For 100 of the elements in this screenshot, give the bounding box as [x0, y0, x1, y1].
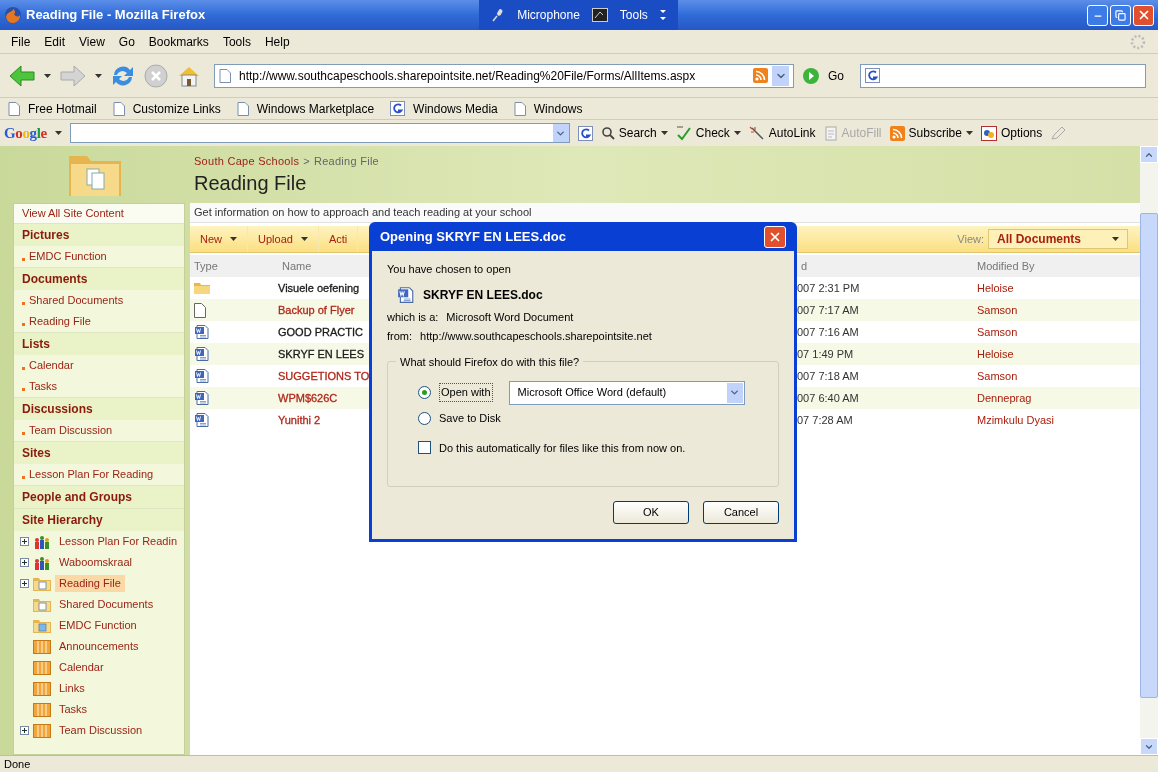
column-header[interactable]: Modified By — [973, 257, 1140, 275]
tree-item[interactable]: Waboomskraal — [55, 554, 136, 571]
column-header[interactable]: d — [797, 257, 973, 275]
google-logo[interactable]: Google — [4, 121, 47, 145]
bookmark-link[interactable]: Windows Marketplace — [236, 99, 375, 118]
dialog-close-button[interactable] — [764, 225, 786, 248]
toolbar-button[interactable]: Check — [675, 124, 741, 142]
back-arrow-icon[interactable] — [8, 63, 36, 88]
file-name-link[interactable]: WPM$626C — [278, 389, 338, 407]
user-link[interactable]: Denneprag — [973, 389, 1140, 407]
bookmark-link[interactable]: Windows Media — [390, 99, 498, 118]
menu-item[interactable]: Tools — [215, 32, 258, 51]
user-link[interactable]: Mzimkulu Dyasi — [973, 411, 1140, 429]
word-document-icon — [194, 368, 210, 384]
tree-item[interactable]: Links — [55, 680, 89, 697]
minimize-button[interactable] — [1087, 4, 1108, 26]
tree-item[interactable]: EMDC Function — [55, 617, 141, 634]
search-history-dropdown-icon[interactable] — [552, 124, 569, 142]
quick-launch-link[interactable]: Tasks — [29, 378, 58, 395]
language-bar-label: Tools — [619, 7, 648, 24]
section-heading[interactable]: Lists — [22, 335, 50, 353]
quick-launch-link[interactable]: Calendar — [29, 357, 74, 374]
tree-item[interactable]: Shared Documents — [55, 596, 158, 613]
toolbar-button[interactable]: Subscribe — [889, 124, 973, 142]
g-logo-icon — [390, 101, 406, 116]
radio-button[interactable] — [418, 386, 431, 399]
expand-plus-icon[interactable] — [19, 558, 29, 567]
dialog-button[interactable]: Cancel — [703, 500, 779, 524]
go-icon[interactable] — [802, 66, 820, 85]
section-heading[interactable]: Sites — [22, 444, 51, 462]
expand-plus-icon[interactable] — [19, 726, 29, 735]
restore-button[interactable] — [1110, 4, 1131, 26]
expand-plus-icon[interactable] — [19, 537, 29, 546]
user-link[interactable]: Samson — [973, 323, 1140, 341]
checkbox[interactable] — [418, 441, 431, 455]
status-text: Done — [4, 756, 31, 772]
menu-item[interactable]: File — [4, 32, 38, 51]
column-header[interactable]: Name — [278, 257, 368, 275]
quick-launch-link[interactable]: Shared Documents — [29, 292, 124, 309]
bullet-icon — [22, 388, 25, 391]
go-button[interactable]: Go — [828, 66, 844, 85]
file-name-link[interactable]: GOOD PRACTIC — [278, 323, 363, 341]
file-name-link[interactable]: Yunithi 2 — [278, 411, 321, 429]
quick-launch-link[interactable]: Reading File — [29, 313, 91, 330]
column-header[interactable]: Type — [190, 257, 278, 275]
user-link[interactable]: Samson — [973, 301, 1140, 319]
bookmark-link[interactable]: Free Hotmail — [8, 99, 97, 118]
user-link[interactable]: Samson — [973, 367, 1140, 385]
expand-plus-icon[interactable] — [19, 579, 29, 588]
bullet-icon — [22, 302, 25, 305]
bookmark-link[interactable]: Customize Links — [112, 99, 221, 118]
list-toolbar-button[interactable]: Upload — [248, 226, 319, 252]
tree-item[interactable]: Calendar — [55, 659, 108, 676]
menu-item[interactable]: Help — [257, 32, 297, 51]
close-button[interactable] — [1133, 4, 1154, 26]
scrollbar[interactable] — [1140, 146, 1158, 755]
menu-item[interactable]: Go — [111, 32, 142, 51]
toolbar-button[interactable]: Search — [600, 124, 668, 142]
caret-icon — [1112, 237, 1119, 241]
user-link[interactable]: Heloise — [973, 279, 1140, 297]
rss-icon — [753, 68, 768, 83]
file-name-link[interactable]: SUGGETIONS TO — [278, 367, 370, 385]
stop-icon[interactable] — [144, 63, 168, 88]
address-field[interactable]: http://www.southcapeschools.sharepointsite.net/Reading%20File/Forms/AllItems.aspx — [214, 63, 794, 88]
menu-item[interactable]: View — [72, 32, 112, 51]
tree-item[interactable]: Team Discussion — [55, 722, 147, 739]
radio-label[interactable]: Open with — [439, 383, 493, 402]
search-field[interactable] — [860, 63, 1146, 88]
history-dropdown-icon[interactable] — [772, 65, 789, 86]
scroll-up-button[interactable] — [1140, 146, 1158, 163]
tree-item[interactable]: Tasks — [55, 701, 92, 718]
dialog-button[interactable]: OK — [613, 500, 689, 524]
list-toolbar-button[interactable]: Acti — [318, 226, 359, 252]
radio-button[interactable] — [418, 412, 431, 425]
user-link[interactable]: Heloise — [973, 345, 1140, 363]
menu-item[interactable]: Bookmarks — [141, 32, 216, 51]
radio-label[interactable]: Save to Disk — [439, 410, 501, 427]
scroll-down-button[interactable] — [1140, 738, 1158, 755]
view-dropdown[interactable]: All Documents — [988, 229, 1128, 249]
tree-item[interactable]: Lesson Plan For Readin — [55, 533, 181, 550]
toolbar-button[interactable]: AutoLink — [748, 124, 816, 142]
file-name-link[interactable]: Backup of Flyer — [278, 301, 355, 319]
page-icon — [219, 68, 231, 83]
tree-item[interactable]: Reading File — [55, 575, 125, 592]
g-logo-icon — [865, 68, 880, 83]
quick-launch-link[interactable]: EMDC Function — [29, 248, 107, 265]
tree-item[interactable]: Announcements — [55, 638, 143, 655]
quick-launch-link[interactable]: Team Discussion — [29, 422, 113, 439]
file-name-link[interactable]: SKRYF EN LEES — [278, 345, 364, 363]
checkbox-label[interactable]: Do this automatically for files like this from now on. — [439, 439, 686, 456]
toolbar-button[interactable]: Options — [980, 124, 1043, 142]
quick-launch-link[interactable]: Lesson Plan For Reading — [29, 466, 154, 483]
list-toolbar-button[interactable]: New — [190, 226, 248, 252]
google-search-field[interactable] — [69, 123, 570, 143]
file-name-link[interactable]: Visuele oefening — [278, 279, 360, 297]
breadcrumb-link[interactable]: South Cape Schools — [194, 153, 300, 170]
application-dropdown[interactable]: Microsoft Office Word (default) — [508, 380, 745, 405]
bookmark-link[interactable]: Windows — [513, 99, 583, 118]
scroll-thumb[interactable] — [1140, 213, 1158, 698]
menu-item[interactable]: Edit — [37, 32, 73, 51]
